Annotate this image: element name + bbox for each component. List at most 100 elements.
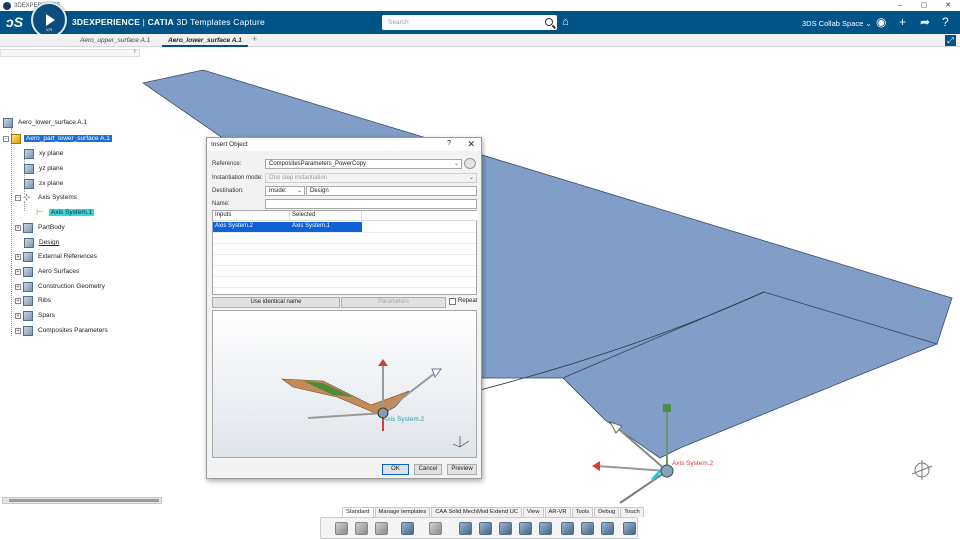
tab-touch[interactable]: Touch (620, 507, 644, 517)
copy-icon[interactable] (355, 522, 368, 535)
expand-node-icon[interactable]: + (15, 312, 21, 319)
repeat-checkbox[interactable] (449, 298, 456, 305)
tab-aero-lower-surface[interactable]: Aero_lower_surface A.1 (162, 35, 248, 47)
tab-tools[interactable]: Tools (571, 507, 594, 517)
cancel-button[interactable]: Cancel (414, 464, 442, 475)
collapse-node-icon[interactable]: − (15, 194, 21, 201)
preview-drawing (281, 359, 470, 448)
tree-item-aero-surfaces[interactable]: + Aero Surfaces (15, 266, 81, 277)
maximize-button[interactable]: ▢ (912, 0, 936, 11)
tree-item-spars[interactable]: + Spars (15, 310, 57, 321)
browse-reference-icon[interactable] (464, 158, 476, 169)
catalog-icon[interactable] (623, 522, 636, 535)
collapse-icon[interactable]: ‹ (134, 48, 136, 55)
instantiation-mode-select[interactable]: One step instantiation ⌄ (265, 173, 477, 183)
collapse-node-icon[interactable]: − (3, 135, 9, 142)
preview-button[interactable]: Preview (447, 464, 477, 475)
tab-view[interactable]: View (523, 507, 544, 517)
tab-manage-templates[interactable]: Manage templates (374, 507, 431, 517)
expand-node-icon[interactable]: + (15, 268, 21, 275)
compass-widget[interactable]: V,R (31, 2, 67, 38)
inputs-column-header[interactable]: Inputs (213, 211, 290, 221)
template-tool-5-icon[interactable] (539, 522, 552, 535)
table-row-input[interactable]: Axis System.2 (213, 222, 290, 232)
expand-node-icon[interactable]: + (15, 253, 21, 260)
expand-node-icon[interactable]: + (15, 297, 21, 304)
axis-system-label: Axis System.2 (672, 460, 714, 467)
tab-ar-vr[interactable]: AR-VR (544, 507, 571, 517)
table-row-selected[interactable]: Axis System.1 (290, 222, 362, 232)
update-icon[interactable] (429, 522, 442, 535)
template-tool-2-icon[interactable] (479, 522, 492, 535)
brand-3dexperience: 3DEXPERIENCE (72, 17, 141, 27)
tree-item-design[interactable]: Design (24, 237, 61, 248)
help-icon[interactable]: ? (942, 15, 949, 29)
insert-object-dialog: Insert Object ? ✕ Reference: CompositesP… (206, 137, 482, 479)
search-input[interactable]: Search (382, 15, 557, 30)
tree-item-ribs[interactable]: + Ribs (15, 295, 53, 306)
expand-icon[interactable]: ⤢ (945, 35, 956, 46)
cut-icon[interactable] (335, 522, 348, 535)
share-icon[interactable]: ➦ (920, 15, 930, 29)
selected-column-header[interactable]: Selected (290, 211, 362, 221)
dialog-help-button[interactable]: ? (447, 140, 451, 147)
name-field[interactable] (265, 199, 477, 209)
tree-item-yz-plane[interactable]: yz plane (24, 163, 65, 174)
tree-item-construction-geometry[interactable]: + Construction Geometry (15, 281, 107, 292)
ok-button[interactable]: OK (382, 464, 409, 475)
destination-field[interactable]: Design (306, 186, 477, 196)
ds-logo-icon[interactable]: ↄS (6, 14, 23, 30)
horizontal-scrollbar[interactable] (2, 497, 162, 504)
tab-aero-upper-surface[interactable]: Aero_upper_surface A.1 (74, 35, 156, 47)
tab-debug[interactable]: Debug (594, 507, 620, 517)
dialog-close-button[interactable]: ✕ (467, 139, 475, 150)
tree-item-label: xy plane (39, 150, 64, 157)
axis-system-icon: ⊢ (36, 206, 44, 217)
instantiation-mode-value: One step instantiation (269, 175, 328, 181)
tree-item-part[interactable]: − Aero_part_lower_surface A.1 (3, 133, 112, 144)
tree-item-label: Composites Parameters (38, 327, 108, 334)
collab-space-selector[interactable]: 3DS Collab Space ⌄ (802, 19, 872, 28)
dialog-title: Insert Object (211, 141, 248, 148)
template-tool-1-icon[interactable] (459, 522, 472, 535)
chevron-down-icon: ⌄ (453, 161, 459, 167)
tab-standard[interactable]: Standard (342, 507, 374, 517)
tree-item-external-references[interactable]: + External References (15, 251, 99, 262)
expand-node-icon[interactable]: + (15, 283, 21, 290)
tree-item-xy-plane[interactable]: xy plane (24, 148, 65, 159)
name-label: Name: (212, 201, 230, 207)
tree-item-root[interactable]: Aero_lower_surface A.1 (3, 117, 89, 128)
minimize-button[interactable]: – (888, 0, 912, 11)
expand-node-icon[interactable]: + (15, 327, 21, 334)
tree-item-partbody[interactable]: + PartBody (15, 222, 67, 233)
tree-item-axis-system-1[interactable]: ⊢ Axis System.1 (36, 206, 95, 218)
link-icon[interactable] (601, 522, 614, 535)
close-window-button[interactable]: ✕ (936, 0, 960, 11)
expand-node-icon[interactable]: + (15, 224, 21, 231)
plane-icon (24, 178, 34, 189)
user-icon[interactable]: ◉ (876, 15, 886, 29)
paste-icon[interactable] (375, 522, 388, 535)
view-orientation-icon[interactable] (910, 458, 934, 482)
new-tab-button[interactable]: + (252, 34, 257, 44)
destination-type-select[interactable]: Inside: ⌄ (265, 186, 305, 196)
undo-icon[interactable] (401, 522, 414, 535)
table-grid-line (213, 254, 476, 255)
instantiate-icon[interactable] (581, 522, 594, 535)
reference-select[interactable]: CompositesParameters_PowerCopy ⌄ (265, 159, 462, 169)
parameters-button[interactable]: Parameters (341, 297, 446, 308)
tree-item-zx-plane[interactable]: zx plane (24, 178, 65, 189)
geometrical-set-icon (23, 281, 33, 292)
add-icon[interactable]: + (899, 15, 906, 29)
tag-icon[interactable]: ⌂ (562, 16, 569, 28)
use-identical-name-button[interactable]: Use identical name (212, 297, 340, 308)
tree-item-axis-systems[interactable]: − ⊹ Axis Systems (15, 192, 79, 203)
tab-caa-solid-mechmod[interactable]: CAA Solid MechMod Extend UC (431, 507, 523, 517)
search-icon[interactable] (545, 18, 553, 26)
lock-icon[interactable] (561, 522, 574, 535)
scroll-thumb[interactable] (9, 499, 159, 502)
insert-template-icon[interactable] (519, 522, 532, 535)
tree-item-composites-parameters[interactable]: + Composites Parameters (15, 325, 110, 336)
template-tool-3-icon[interactable] (499, 522, 512, 535)
tree-collapse-bar[interactable]: ‹ (0, 48, 140, 57)
